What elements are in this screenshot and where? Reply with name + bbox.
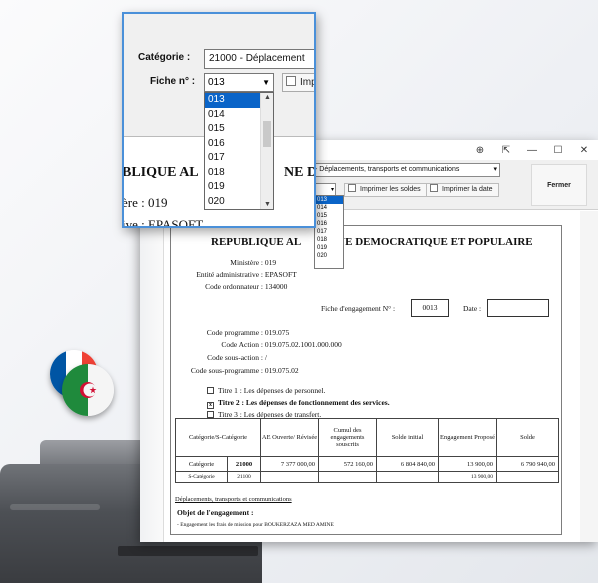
categorie-label: Catégorie :: [138, 52, 191, 63]
ministere-field: Ministère : 019: [230, 258, 277, 267]
dropdown-option[interactable]: 016: [315, 220, 343, 228]
export-icon[interactable]: ⇱: [500, 145, 512, 156]
zoom-callout: Catégorie : 21000 - Déplacement Fiche n°…: [122, 12, 316, 228]
table-cell: 13 900,00: [438, 471, 497, 483]
chevron-down-icon[interactable]: ▼: [261, 201, 274, 208]
action-field: Code Action : 019.075.02.1001.000.000: [221, 340, 342, 349]
zoom-categorie-select[interactable]: 21000 - Déplacement: [204, 49, 314, 69]
table-cell: 13 900,00: [438, 456, 497, 472]
categorie-select-value: - Déplacements, transports et communicat…: [315, 166, 460, 173]
zoom-doc-title-left: BLIQUE AL: [122, 165, 199, 180]
chevron-down-icon: ▼: [262, 78, 270, 87]
entite-field: Entité administrative : EPASOFT: [196, 270, 297, 279]
categorie-select[interactable]: - Déplacements, transports et communicat…: [310, 163, 500, 177]
fiche-select-value: 013: [208, 77, 225, 88]
checkbox-icon: [430, 184, 438, 192]
print-date-label: Imprimer la date: [442, 186, 493, 193]
fiche-dropdown-list-small[interactable]: 013 014 015 016 017 018 019 020: [314, 195, 344, 269]
column-header: AE Ouverte/ Révisée: [260, 418, 319, 457]
chevron-down-icon: ▾: [493, 166, 497, 173]
objet-text: - Engagement les frais de mission pour B…: [177, 522, 334, 528]
dropdown-option[interactable]: 015: [315, 212, 343, 220]
printer-shine: [10, 504, 100, 510]
zoom-fiche-select[interactable]: 013 ▼: [204, 73, 274, 92]
checkbox-icon: [348, 184, 356, 192]
preview-scrollbar[interactable]: [580, 211, 598, 542]
checkbox-icon: [207, 411, 214, 418]
checkbox-icon: [207, 387, 214, 394]
print-soldes-checkbox[interactable]: Imprimer les soldes: [344, 183, 427, 197]
table-cell: 21100: [227, 471, 261, 483]
table-cell: Catégorie: [174, 456, 229, 472]
checkbox-icon: [286, 76, 296, 86]
checked-checkbox-icon: x: [207, 402, 214, 409]
dropdown-option[interactable]: 019: [315, 244, 343, 252]
target-icon[interactable]: ⊕: [474, 145, 486, 156]
date-value: [487, 299, 549, 317]
scrollbar-thumb[interactable]: [263, 121, 271, 147]
preview-sidebar: [140, 211, 164, 542]
chevron-down-icon: ▾: [330, 187, 334, 193]
preview-area: REPUBLIQUE AL NE DEMOCRATIQUE ET POPULAIR…: [140, 211, 598, 542]
table-cell: 7 377 000,00: [260, 456, 319, 472]
engagement-sheet: REPUBLIQUE AL NE DEMOCRATIQUE ET POPULAIR…: [170, 225, 562, 535]
document-title: REPUBLIQUE AL NE DEMOCRATIQUE ET POPULAIR…: [211, 236, 533, 248]
zoom-entite-line: ive : EPASOFT: [122, 217, 204, 228]
column-header: Solde initial: [376, 418, 439, 457]
chevron-up-icon[interactable]: ▲: [261, 94, 274, 101]
dropdown-option[interactable]: 017: [315, 228, 343, 236]
programme-field: Code programme : 019.075: [206, 328, 290, 337]
close-button[interactable]: ✕: [578, 145, 590, 156]
table-row: Catégorie 21000 7 377 000,00 572 160,00 …: [174, 456, 559, 472]
zoom-doc-title-right: NE D: [284, 165, 316, 180]
minimize-button[interactable]: —: [526, 145, 538, 156]
titre-2-option: x Titre 2 : Les dépenses de fonctionnemen…: [207, 398, 390, 409]
zoom-ministere-line: ère : 019: [122, 195, 168, 210]
print-date-checkbox[interactable]: Imprimer la date: [426, 183, 499, 197]
table-cell: S-Catégorie: [174, 471, 229, 483]
zoom-print-checkbox[interactable]: Imp: [282, 73, 314, 92]
budget-table: Catégorie/S-Catégorie AE Ouverte/ Révisé…: [174, 418, 559, 483]
table-cell: 572 160,00: [318, 456, 377, 472]
objet-label: Objet de l'engagement :: [177, 508, 254, 517]
date-label: Date :: [463, 304, 482, 313]
fiche-engagement-number: 0013: [411, 299, 449, 317]
sous-programme-field: Code sous-programme : 019.075.02: [190, 366, 299, 375]
printer-slot: [118, 546, 258, 556]
column-header: Cumul des engagements souscrits: [318, 418, 377, 457]
dropdown-scrollbar[interactable]: ▲ ▼: [260, 93, 273, 209]
titre-1-option: Titre 1 : Les dépenses de personnel.: [207, 386, 325, 395]
fiche-dropdown-list[interactable]: 013 014 015 016 017 018 019 020 ▲ ▼: [204, 92, 274, 210]
table-cell: [496, 471, 559, 483]
fiche-label: Fiche n° :: [150, 76, 196, 87]
column-header: Solde: [496, 418, 559, 457]
table-header-row: Catégorie/S-Catégorie AE Ouverte/ Révisé…: [175, 418, 559, 457]
fiche-engagement-label: Fiche d'engagement N° :: [321, 304, 396, 313]
table-cell: 6 804 840,00: [376, 456, 439, 472]
category-description: Déplacements, transports et communicatio…: [175, 496, 292, 503]
fermer-button[interactable]: Fermer: [531, 164, 587, 206]
dropdown-option[interactable]: 018: [315, 236, 343, 244]
table-row: S-Catégorie 21100 13 900,00: [174, 471, 559, 483]
table-cell: 6 790 940,00: [496, 456, 559, 472]
dropdown-option[interactable]: 013: [315, 196, 343, 204]
dropdown-option[interactable]: 014: [315, 204, 343, 212]
table-cell: [318, 471, 377, 483]
table-cell: [376, 471, 439, 483]
sous-action-field: Code sous-action : /: [207, 353, 267, 362]
maximize-button[interactable]: ☐: [552, 145, 564, 156]
dropdown-option[interactable]: 020: [315, 252, 343, 260]
column-header: Engagement Proposé: [438, 418, 497, 457]
table-cell: [260, 471, 319, 483]
ordonnateur-field: Code ordonnateur : 134000: [205, 282, 288, 291]
algeria-flag-icon: [62, 364, 114, 416]
column-header: Catégorie/S-Catégorie: [175, 418, 261, 457]
table-cell: 21000: [227, 456, 261, 472]
print-soldes-label: Imprimer les soldes: [360, 186, 421, 193]
